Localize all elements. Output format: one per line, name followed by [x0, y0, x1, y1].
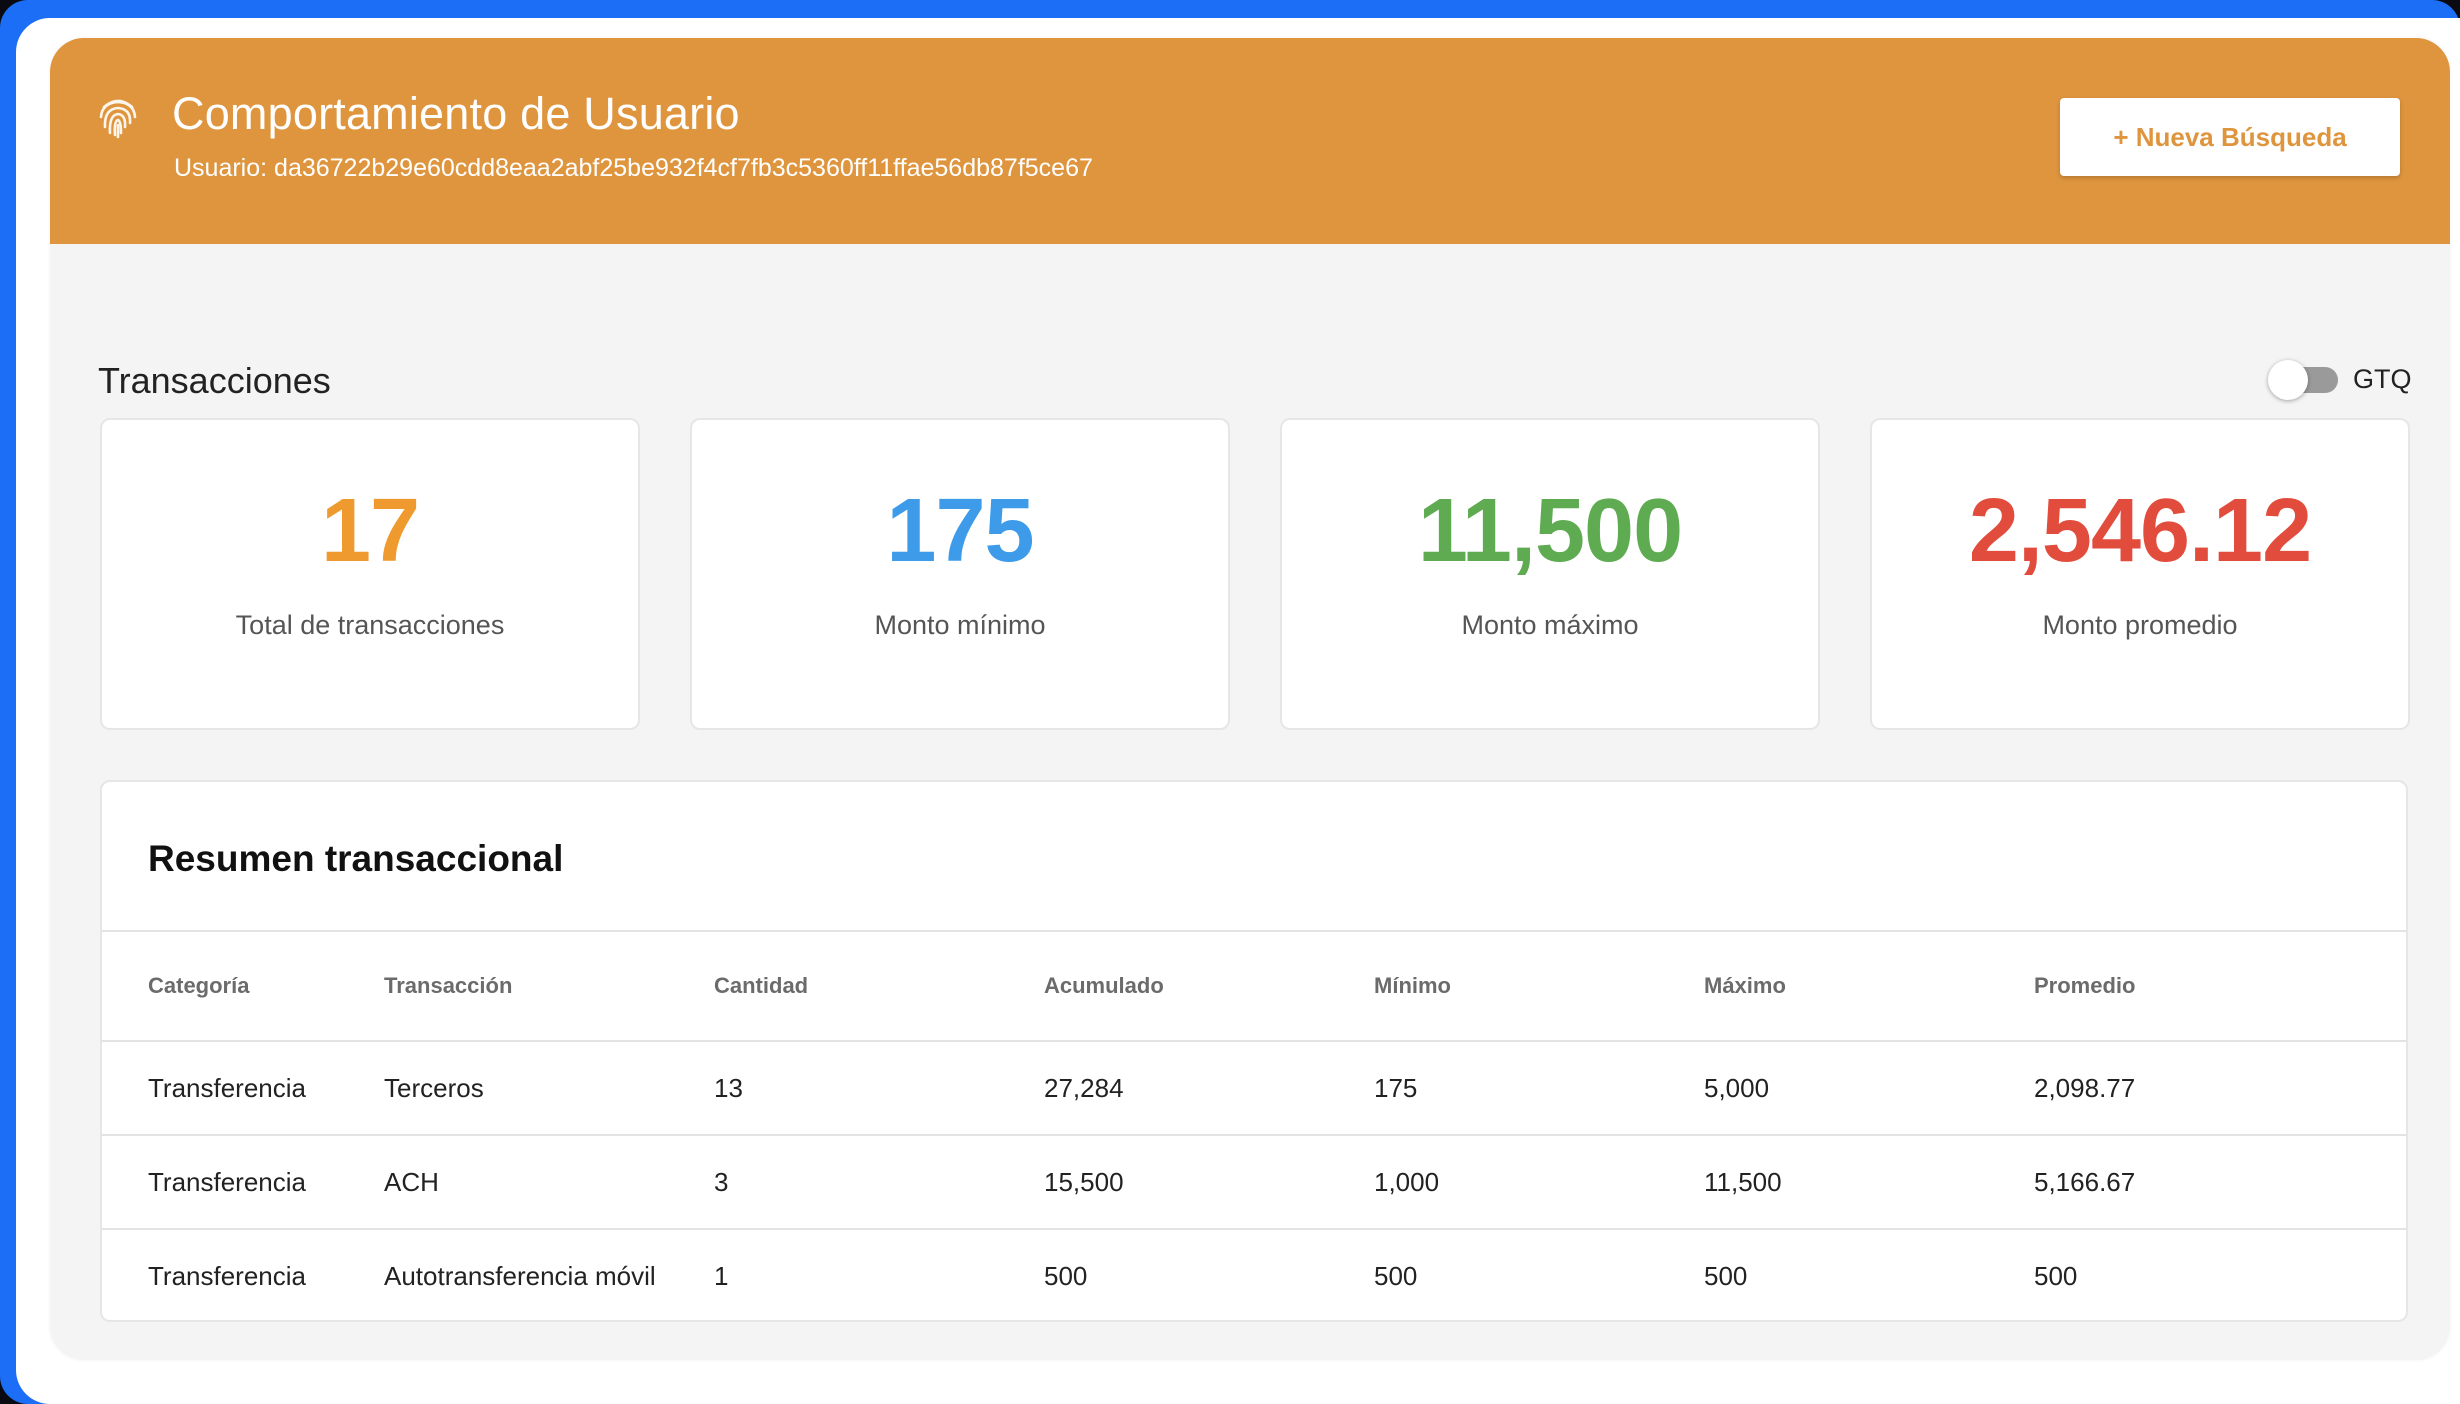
page-header: Comportamiento de Usuario Usuario: da367…: [50, 38, 2450, 244]
transactions-section-title: Transacciones: [98, 360, 331, 401]
table-row: Transferencia Autotransferencia móvil 1 …: [102, 1229, 2406, 1320]
cell-accumulated: 27,284: [1044, 1041, 1374, 1136]
stat-value-total: 17: [320, 481, 420, 581]
cell-quantity: 3: [714, 1135, 1044, 1230]
cell-minimum: 500: [1374, 1260, 1418, 1291]
cell-transaction: ACH: [384, 1135, 714, 1230]
column-header-minimum[interactable]: Mínimo: [1374, 930, 1704, 1042]
stat-label-total: Total de transacciones: [235, 610, 505, 640]
new-search-button[interactable]: + Nueva Búsqueda: [2060, 98, 2400, 176]
cell-category: Transferencia: [102, 1041, 384, 1136]
column-header-accumulated[interactable]: Acumulado: [1044, 930, 1374, 1042]
cell-average: 5,166.67: [2034, 1135, 2406, 1230]
table-header-row: Categoría Transacción Cantidad Acumulado…: [102, 930, 2406, 1042]
table-row: Transferencia ACH 3 15,500 1,000 11,500 …: [102, 1135, 2406, 1230]
cell-category: Transferencia: [148, 1260, 306, 1291]
transaction-summary-card: Resumen transaccional Categoría Transacc…: [100, 780, 2408, 1322]
cell-quantity: 13: [714, 1041, 1044, 1136]
cell-minimum: 175: [1374, 1041, 1704, 1136]
cell-transaction: Terceros: [384, 1041, 714, 1136]
cell-quantity: 1: [714, 1260, 729, 1291]
page-title: Comportamiento de Usuario: [172, 88, 740, 139]
stat-value-min: 175: [886, 481, 1034, 581]
summary-table: Categoría Transacción Cantidad Acumulado…: [102, 930, 2406, 1320]
stat-card-min: 175 Monto mínimo: [690, 418, 1230, 730]
cell-average: 2,098.77: [2034, 1041, 2406, 1136]
cell-maximum: 5,000: [1704, 1041, 2034, 1136]
currency-label: GTQ: [2353, 364, 2412, 394]
table-row: Transferencia Terceros 13 27,284 175 5,0…: [102, 1041, 2406, 1136]
stat-label-min: Monto mínimo: [874, 610, 1046, 640]
stat-card-max: 11,500 Monto máximo: [1280, 418, 1820, 730]
cell-category: Transferencia: [102, 1135, 384, 1230]
user-behavior-panel: Comportamiento de Usuario Usuario: da367…: [50, 38, 2450, 1360]
column-header-quantity[interactable]: Cantidad: [714, 930, 1044, 1042]
stat-label-max: Monto máximo: [1461, 610, 1639, 640]
user-id-text: Usuario: da36722b29e60cdd8eaa2abf25be932…: [174, 154, 1093, 182]
stat-card-total: 17 Total de transacciones: [100, 418, 640, 730]
cell-maximum: 11,500: [1704, 1135, 2034, 1230]
stat-value-max: 11,500: [1417, 481, 1683, 581]
cell-average: 500: [2034, 1260, 2078, 1291]
cell-accumulated: 15,500: [1044, 1135, 1374, 1230]
stat-card-avg: 2,546.12 Monto promedio: [1870, 418, 2410, 730]
stat-value-avg: 2,546.12: [1968, 481, 2312, 581]
cell-accumulated: 500: [1044, 1260, 1088, 1291]
cell-transaction: Autotransferencia móvil: [384, 1260, 656, 1291]
cell-minimum: 1,000: [1374, 1135, 1704, 1230]
stat-label-avg: Monto promedio: [2042, 610, 2238, 640]
column-header-average[interactable]: Promedio: [2034, 930, 2406, 1042]
toggle-knob[interactable]: [2268, 360, 2308, 400]
cell-maximum: 500: [1704, 1260, 1748, 1291]
summary-title: Resumen transaccional: [148, 838, 564, 879]
column-header-category[interactable]: Categoría: [102, 930, 384, 1042]
column-header-transaction[interactable]: Transacción: [384, 930, 714, 1042]
fingerprint-icon: [99, 99, 137, 139]
column-header-maximum[interactable]: Máximo: [1704, 930, 2034, 1042]
